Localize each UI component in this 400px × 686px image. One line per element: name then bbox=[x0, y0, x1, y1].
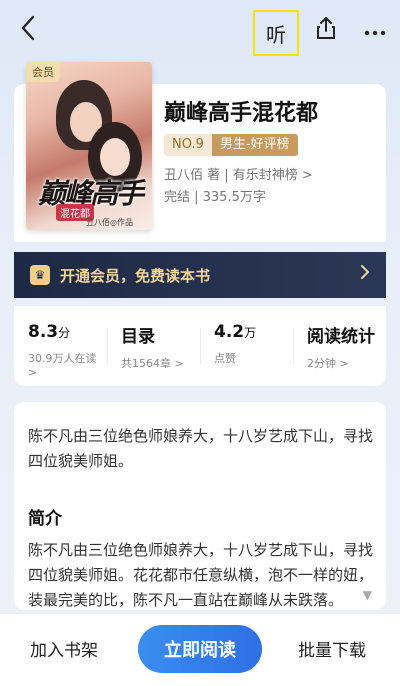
intro-heading: 简介 bbox=[28, 509, 62, 529]
stat-sub: 2分钟 > bbox=[307, 357, 349, 370]
batch-download-button[interactable]: 批量下载 bbox=[298, 636, 366, 661]
back-button[interactable] bbox=[14, 14, 42, 46]
chevron-right-icon bbox=[360, 264, 370, 285]
stat-sub: 点赞 bbox=[214, 352, 236, 365]
vip-banner-text: 开通会员，免费读本书 bbox=[60, 266, 211, 285]
tagline: 陈不凡由三位绝色师娘养大，十八岁艺成下山，寻找四位貌美师姐。 bbox=[28, 427, 374, 470]
stat-unit: 分 bbox=[58, 326, 71, 340]
chevron-left-icon bbox=[20, 15, 36, 45]
stat-sub: 共1564章 > bbox=[121, 357, 184, 370]
listen-button[interactable]: 听 bbox=[253, 10, 299, 56]
read-now-button[interactable]: 立即阅读 bbox=[138, 625, 262, 673]
stat-likes[interactable]: 4.2万 点赞 bbox=[200, 318, 293, 374]
cover-author: 丑八佰◎作品 bbox=[86, 218, 133, 227]
listen-label: 听 bbox=[266, 22, 286, 47]
expand-chevron-icon[interactable]: ▼ bbox=[342, 588, 372, 602]
stat-catalog[interactable]: 目录 共1564章 > bbox=[107, 318, 200, 374]
book-status: 完结 | 335.5万字 bbox=[164, 190, 266, 205]
share-icon bbox=[315, 16, 337, 44]
add-to-shelf-button[interactable]: 加入书架 bbox=[30, 636, 98, 661]
rank-name: 男生-好评榜 bbox=[211, 134, 298, 156]
description-card: 陈不凡由三位绝色师娘养大，十八岁艺成下山，寻找四位貌美师姐。 简介 陈不凡由三位… bbox=[14, 402, 386, 610]
share-button[interactable] bbox=[312, 16, 340, 44]
more-dots-icon bbox=[364, 21, 386, 40]
bottom-action-bar: 加入书架 立即阅读 批量下载 bbox=[0, 614, 400, 686]
top-bar: 听 bbox=[0, 0, 400, 60]
stat-reading[interactable]: 阅读统计 2分钟 > bbox=[293, 318, 386, 374]
book-title: 巅峰高手混花都 bbox=[164, 101, 319, 126]
stat-value: 4.2 bbox=[214, 322, 245, 342]
vip-badge: 会员 bbox=[26, 62, 60, 82]
rank-tag[interactable]: NO.9 男生-好评榜 bbox=[164, 134, 298, 156]
more-button[interactable] bbox=[360, 16, 390, 44]
intro-body[interactable]: 陈不凡由三位绝色师娘养大，十八岁艺成下山，寻找四位貌美师姐。花花都市任意纵横，泡… bbox=[28, 538, 374, 610]
stat-value: 阅读统计 bbox=[307, 327, 375, 347]
author-meta[interactable]: 丑八佰 著 | 有乐封神榜 > bbox=[164, 164, 313, 183]
stat-value: 目录 bbox=[121, 327, 155, 347]
stat-value: 8.3 bbox=[28, 322, 59, 342]
stat-sub: 30.9万人在读 > bbox=[28, 352, 97, 379]
vip-banner[interactable]: ♛ 开通会员，免费读本书 bbox=[14, 252, 386, 298]
stats-card: 8.3分 30.9万人在读 > 目录 共1564章 > 4.2万 点赞 阅读统计… bbox=[14, 306, 386, 386]
crown-icon: ♛ bbox=[30, 265, 50, 285]
stat-rating[interactable]: 8.3分 30.9万人在读 > bbox=[14, 318, 107, 379]
rank-number: NO.9 bbox=[164, 134, 212, 156]
stat-unit: 万 bbox=[244, 326, 257, 340]
book-cover[interactable]: 会员 巅峰高手 混花都 丑八佰◎作品 bbox=[26, 62, 152, 230]
